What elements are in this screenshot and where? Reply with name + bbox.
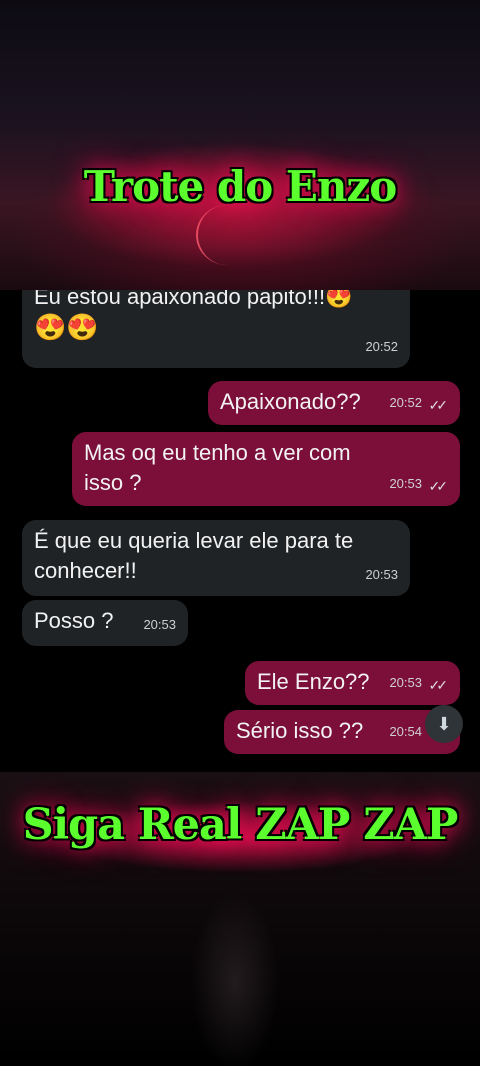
message-text: conhecer!! [34,558,137,583]
read-receipt-icon: ✓✓ [428,677,449,693]
message-emoji: 😍😍 [34,312,99,342]
message-outgoing[interactable]: Apaixonado?? 20:52 ✓✓ [208,381,460,425]
message-text: Mas oq eu tenho a ver com [84,440,351,465]
message-time: 20:53 [389,675,422,690]
read-receipt-icon: ✓✓ [428,397,449,413]
silhouette-decoration [180,872,290,1066]
bottom-banner-title: Siga Real ZAP ZAP [22,800,459,850]
bottom-banner: Siga Real ZAP ZAP [0,772,480,1066]
message-time: 20:52 [365,339,398,354]
message-text: É que eu queria levar ele para te [34,528,354,553]
read-receipt-icon: ✓✓ [428,478,449,494]
message-text: Posso ? [34,608,114,633]
chat-area[interactable]: Eu estou apaixonado papito!!!😍 😍😍 20:52 … [0,290,480,775]
message-text: Apaixonado?? [220,389,361,414]
top-banner: Trote do Enzo [0,0,480,290]
message-time: 20:54 [389,724,422,739]
message-outgoing[interactable]: Ele Enzo?? 20:53 ✓✓ [245,661,460,705]
double-chevron-down-icon: ⬇ [436,714,452,734]
moon-decoration [196,205,258,265]
message-incoming[interactable]: Posso ? 20:53 [22,600,188,646]
message-outgoing[interactable]: Mas oq eu tenho a ver com isso ? 20:53 ✓… [72,432,460,506]
message-time: 20:53 [143,617,176,632]
scroll-to-bottom-button[interactable]: ⬇ [425,705,463,743]
message-text: Eu estou apaixonado papito!!!😍 [34,290,353,309]
message-incoming[interactable]: É que eu queria levar ele para te conhec… [22,520,410,596]
top-banner-title: Trote do Enzo [83,162,398,211]
message-time: 20:53 [365,567,398,582]
message-text: Ele Enzo?? [257,669,370,694]
message-time: 20:52 [389,395,422,410]
message-text: Sério isso ?? [236,718,364,743]
message-outgoing[interactable]: Sério isso ?? 20:54 ✓✓ [224,710,460,754]
message-time: 20:53 [389,476,422,491]
message-incoming[interactable]: Eu estou apaixonado papito!!!😍 😍😍 20:52 [22,290,410,368]
